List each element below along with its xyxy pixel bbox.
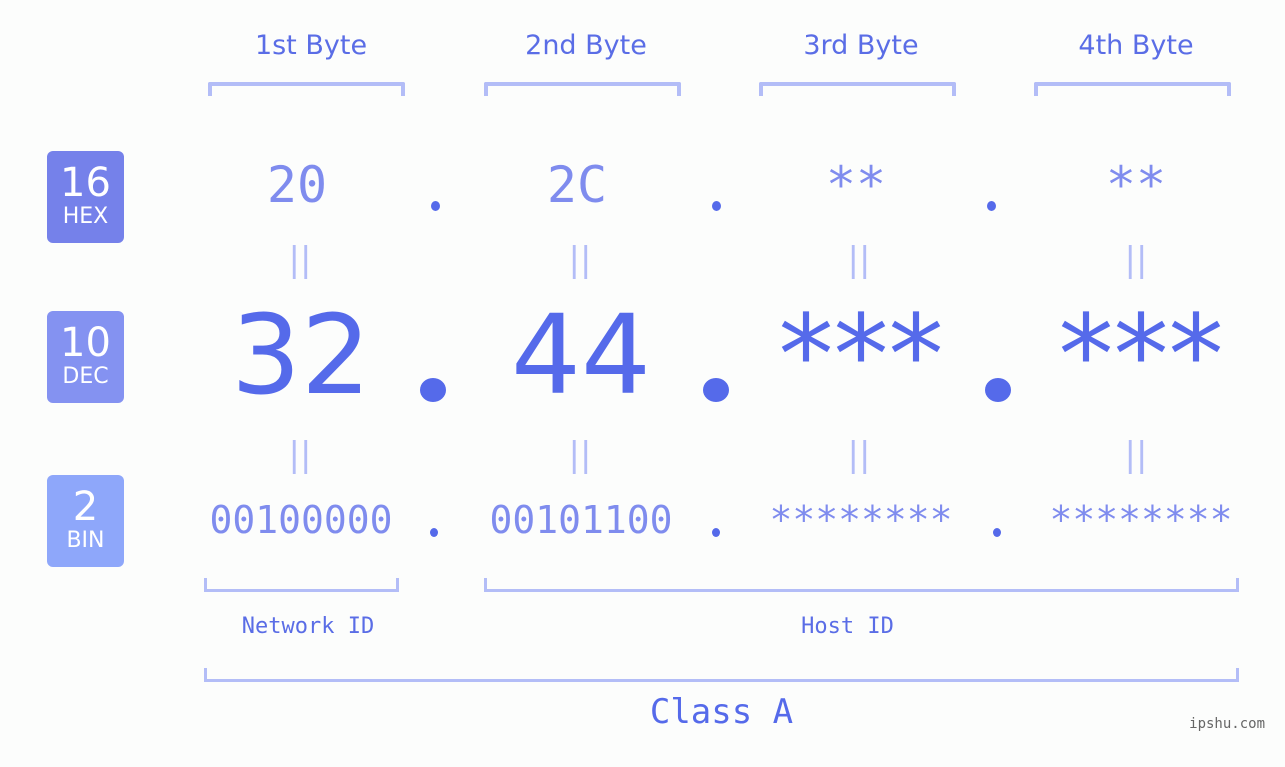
- bin-dot-2: [712, 528, 720, 537]
- byte-bracket-2: [484, 82, 681, 96]
- hex-value-2: 2C: [546, 156, 608, 214]
- class-label: Class A: [649, 692, 794, 732]
- hex-badge-number: 16: [60, 160, 111, 206]
- equals-icon: ||: [1124, 435, 1148, 475]
- dec-badge-number: 10: [60, 320, 111, 366]
- bin-badge-label: BIN: [66, 528, 105, 553]
- hex-value-1: 20: [266, 156, 328, 214]
- byte-bracket-1: [208, 82, 405, 96]
- byte-header-3: 3rd Byte: [803, 30, 919, 61]
- hex-badge: 16 HEX: [47, 151, 124, 243]
- hex-dot-1: [431, 201, 440, 211]
- equals-icon: ||: [1124, 240, 1148, 280]
- host-id-bracket: [484, 578, 1239, 592]
- dec-dot-1: [420, 378, 446, 402]
- dec-value-1: 32: [231, 291, 371, 419]
- hex-value-3: **: [825, 156, 887, 214]
- hex-dot-3: [987, 201, 996, 211]
- bin-value-4: ********: [1049, 498, 1233, 542]
- dec-value-2: 44: [511, 291, 651, 419]
- bin-value-1: 00100000: [209, 498, 393, 542]
- equals-icon: ||: [288, 240, 312, 280]
- byte-bracket-3: [759, 82, 956, 96]
- bin-badge-number: 2: [72, 484, 99, 530]
- dec-dot-3: [985, 378, 1011, 402]
- hex-value-4: **: [1105, 156, 1167, 214]
- network-id-label: Network ID: [241, 614, 375, 639]
- bin-value-2: 00101100: [489, 498, 673, 542]
- bin-badge: 2 BIN: [47, 475, 124, 567]
- byte-bracket-4: [1034, 82, 1231, 96]
- dec-value-4: ***: [1058, 291, 1224, 419]
- dec-badge: 10 DEC: [47, 311, 124, 403]
- byte-header-1: 1st Byte: [254, 30, 368, 61]
- hex-badge-label: HEX: [62, 204, 109, 229]
- host-id-label: Host ID: [801, 614, 894, 639]
- equals-icon: ||: [847, 240, 871, 280]
- bin-dot-3: [993, 528, 1001, 537]
- byte-header-4: 4th Byte: [1078, 30, 1194, 61]
- dec-value-3: ***: [778, 291, 944, 419]
- hex-dot-2: [712, 201, 721, 211]
- equals-icon: ||: [568, 435, 592, 475]
- class-bracket: [204, 668, 1239, 682]
- equals-icon: ||: [568, 240, 592, 280]
- bin-value-3: ********: [769, 498, 953, 542]
- bin-dot-1: [430, 528, 438, 537]
- dec-badge-label: DEC: [62, 364, 109, 389]
- watermark: ipshu.com: [1189, 716, 1265, 732]
- dec-dot-2: [703, 378, 729, 402]
- byte-header-2: 2nd Byte: [525, 30, 647, 61]
- equals-icon: ||: [847, 435, 871, 475]
- equals-icon: ||: [288, 435, 312, 475]
- network-id-bracket: [204, 578, 399, 592]
